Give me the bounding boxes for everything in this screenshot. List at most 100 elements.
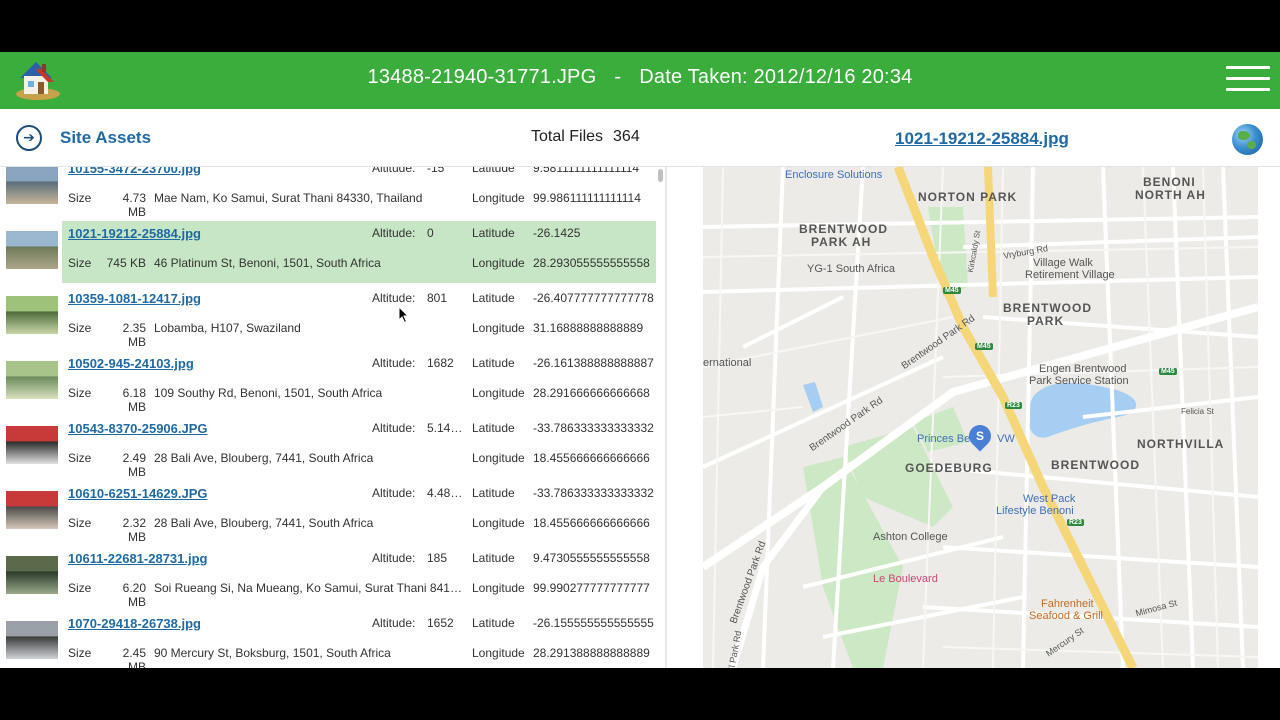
size-value: 745 KB bbox=[106, 256, 146, 270]
size-value: 2.45 MB bbox=[122, 646, 146, 668]
size-value: 6.18 MB bbox=[122, 386, 146, 414]
poi-engen-2[interactable]: Park Service Station bbox=[1029, 375, 1129, 387]
file-row[interactable]: 10610-6251-14629.JPG Size 2.32 MB 28 Bali A… bbox=[0, 481, 656, 544]
hamburger-icon[interactable] bbox=[1226, 66, 1270, 94]
photo-thumbnail[interactable] bbox=[6, 491, 58, 529]
photo-thumbnail[interactable] bbox=[6, 167, 58, 204]
longitude-value: 18.455666666666666 bbox=[533, 516, 650, 530]
title-separator: - bbox=[614, 66, 622, 88]
file-list-scrollbar[interactable] bbox=[656, 167, 664, 668]
altitude-label: Altitude: bbox=[372, 616, 416, 630]
globe-icon[interactable] bbox=[1232, 124, 1263, 155]
longitude-value: 18.455666666666666 bbox=[533, 451, 650, 465]
file-name-link[interactable]: 1070-29418-26738.jpg bbox=[68, 616, 201, 631]
photo-thumbnail[interactable] bbox=[6, 231, 58, 269]
altitude-value: 5.145… bbox=[427, 421, 465, 435]
file-name-link[interactable]: 10611-22681-28731.jpg bbox=[68, 551, 208, 566]
site-assets-title: Site Assets bbox=[60, 128, 152, 147]
district-brentwood-park-ah-1: BRENTWOOD bbox=[799, 222, 888, 236]
photo-thumbnail[interactable] bbox=[6, 426, 58, 464]
file-name-link[interactable]: 10359-1081-12417.jpg bbox=[68, 291, 201, 306]
poi-village-walk-1[interactable]: Village Walk bbox=[1033, 257, 1093, 269]
latitude-label: Latitude bbox=[472, 356, 515, 370]
file-name-link[interactable]: 10610-6251-14629.JPG bbox=[68, 486, 208, 501]
poi-village-walk-2[interactable]: Retirement Village bbox=[1025, 269, 1115, 281]
district-norton-park: NORTON PARK bbox=[918, 190, 1018, 204]
photo-thumbnail[interactable] bbox=[6, 621, 58, 659]
poi-princes[interactable]: Princes Be bbox=[917, 433, 970, 445]
poi-le-boulevard[interactable]: Le Boulevard bbox=[873, 573, 938, 585]
photo-thumbnail[interactable] bbox=[6, 361, 58, 399]
total-files-count: 364 bbox=[613, 128, 640, 145]
size-label: Size bbox=[68, 451, 92, 465]
longitude-value: 99.986111111111114 bbox=[533, 191, 641, 205]
date-taken: Date Taken: 2012/12/16 20:34 bbox=[639, 66, 913, 88]
poi-vw[interactable]: VW bbox=[997, 433, 1015, 445]
file-name-link[interactable]: 10155-3472-23700.jpg bbox=[68, 167, 201, 176]
file-row[interactable]: 10611-22681-28731.jpg Size 6.20 MB Soi Ruea… bbox=[0, 546, 656, 609]
poi-westpack-1[interactable]: West Pack bbox=[1023, 493, 1075, 505]
selected-file-link[interactable]: 1021-19212-25884.jpg bbox=[895, 129, 1069, 149]
arrow-right-circle-icon[interactable]: ➔ bbox=[16, 125, 42, 151]
mouse-cursor-icon bbox=[398, 306, 410, 324]
map-roads bbox=[703, 167, 1258, 668]
latitude-label: Latitude bbox=[472, 616, 515, 630]
location-pin-letter: S bbox=[975, 429, 984, 443]
file-row[interactable]: 1070-29418-26738.jpg Size 2.45 MB 90 Mercur… bbox=[0, 611, 656, 668]
road-badge-m45: M45 bbox=[975, 343, 993, 350]
altitude-value: -15 bbox=[427, 167, 445, 175]
altitude-label: Altitude: bbox=[372, 356, 416, 370]
photo-thumbnail[interactable] bbox=[6, 556, 58, 594]
poi-westpack-2[interactable]: Lifestyle Benoni bbox=[996, 505, 1074, 517]
photo-thumbnail[interactable] bbox=[6, 296, 58, 334]
size-label: Size bbox=[68, 256, 92, 270]
district-benoni-north-2: NORTH AH bbox=[1135, 188, 1206, 202]
poi-fahrenheit-2[interactable]: Seafood & Grill bbox=[1029, 610, 1103, 622]
file-row[interactable]: 10502-945-24103.jpg Size 6.18 MB 109 Southy… bbox=[0, 351, 656, 414]
hamburger-line bbox=[1226, 77, 1270, 80]
file-name-link[interactable]: 10543-8370-25906.JPG bbox=[68, 421, 208, 436]
altitude-value: 4.480… bbox=[427, 486, 465, 500]
longitude-value: 28.291388888888889 bbox=[533, 646, 650, 660]
poi-ashton-college[interactable]: Ashton College bbox=[873, 531, 948, 543]
latitude-value: 9.4730555555555558 bbox=[533, 551, 650, 565]
poi-international[interactable]: ernational bbox=[703, 357, 751, 369]
latitude-value: -26.1425 bbox=[533, 226, 581, 240]
size-label: Size bbox=[68, 191, 92, 205]
longitude-label: Longitude bbox=[472, 646, 525, 660]
latitude-label: Latitude bbox=[472, 486, 515, 500]
size-value: 4.73 MB bbox=[122, 191, 146, 219]
file-row[interactable]: 10543-8370-25906.JPG Size 2.49 MB 28 Bali A… bbox=[0, 416, 656, 479]
pane-divider[interactable] bbox=[665, 167, 667, 668]
poi-enclosure-solutions[interactable]: Enclosure Solutions bbox=[785, 169, 882, 181]
latitude-label: Latitude bbox=[472, 291, 515, 305]
altitude-label: Altitude: bbox=[372, 551, 416, 565]
file-row[interactable]: 10359-1081-12417.jpg Size 2.35 MB Lobamba, … bbox=[0, 286, 656, 349]
altitude-value: 185 bbox=[427, 551, 448, 565]
longitude-label: Longitude bbox=[472, 321, 525, 335]
file-name-link[interactable]: 1021-19212-25884.jpg bbox=[68, 226, 201, 241]
file-list[interactable]: 10155-3472-23700.jpg Size 4.73 MB Mae Nam, … bbox=[0, 167, 656, 668]
location-pin-icon[interactable]: S bbox=[964, 420, 996, 452]
photo-filename: 13488-21940-31771.JPG bbox=[367, 66, 597, 88]
altitude-label: Altitude: bbox=[372, 291, 416, 305]
photo-title: 13488-21940-31771.JPG - Date Taken: 2012/1… bbox=[0, 66, 1280, 89]
poi-yg1[interactable]: YG-1 South Africa bbox=[807, 263, 895, 275]
road-badge-r23: R23 bbox=[1005, 402, 1022, 409]
file-name-link[interactable]: 10502-945-24103.jpg bbox=[68, 356, 194, 371]
poi-fahrenheit-1[interactable]: Fahrenheit bbox=[1041, 598, 1094, 610]
poi-engen-1[interactable]: Engen Brentwood bbox=[1039, 363, 1126, 375]
altitude-label: Altitude: bbox=[372, 421, 416, 435]
road-badge-m45: M45 bbox=[1159, 368, 1177, 375]
sub-toolbar: ➔ Site Assets Total Files 364 1021-19212-… bbox=[0, 109, 1280, 167]
latitude-value: -33.786333333333332 bbox=[533, 421, 654, 435]
address-value: 28 Bali Ave, Blouberg, 7441, South Afric… bbox=[154, 451, 374, 465]
scrollbar-thumb[interactable] bbox=[658, 169, 663, 182]
address-value: 46 Platinum St, Benoni, 1501, South Afri… bbox=[154, 256, 381, 270]
size-value: 2.49 MB bbox=[122, 451, 146, 479]
longitude-label: Longitude bbox=[472, 386, 525, 400]
longitude-value: 31.16888888888889 bbox=[533, 321, 644, 335]
file-row[interactable]: 1021-19212-25884.jpg Size 745 KB 46 Platinu… bbox=[0, 221, 656, 283]
map-view[interactable]: Enclosure Solutions NORTON PARK BENONI N… bbox=[703, 167, 1258, 668]
file-row[interactable]: 10155-3472-23700.jpg Size 4.73 MB Mae Nam, … bbox=[0, 167, 656, 219]
